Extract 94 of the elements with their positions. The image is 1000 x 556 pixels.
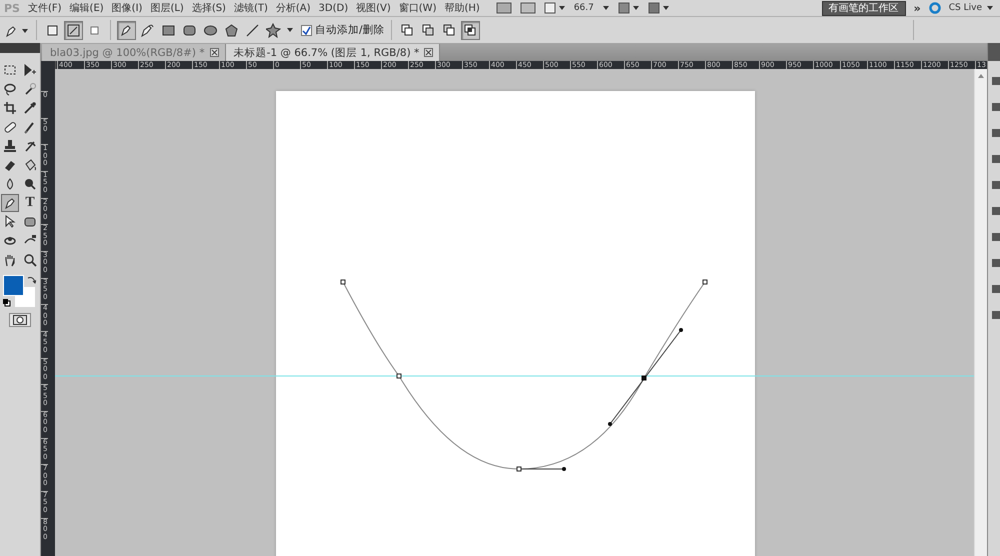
pen-tool-button[interactable]: [117, 20, 136, 40]
panel-icon[interactable]: [990, 231, 1000, 243]
direction-handle[interactable]: [518, 467, 566, 471]
pen-tool-button[interactable]: [1, 194, 19, 212]
overlapping-squares-icon: [421, 23, 436, 37]
menu-item[interactable]: 图层(L): [150, 1, 184, 15]
crop-icon: [3, 101, 17, 115]
menu-item[interactable]: 窗口(W): [398, 1, 436, 15]
panel-icon[interactable]: [990, 153, 1000, 165]
screen-mode-icon[interactable]: [648, 2, 670, 14]
history-brush-icon: [23, 139, 37, 153]
ring-icon: [928, 2, 941, 14]
arrow-icon: [3, 215, 17, 229]
rounded-rectangle-icon: [182, 22, 197, 38]
document-tab[interactable]: 未标题-1 @ 66.7% (图层 1, RGB/8) *: [226, 44, 440, 61]
caret-icon[interactable]: [602, 4, 610, 12]
close-icon[interactable]: [424, 48, 434, 57]
anchor-point[interactable]: [702, 280, 708, 284]
cs-live-menu[interactable]: CS Live: [948, 3, 982, 13]
stamp-tool-button[interactable]: [1, 137, 19, 155]
foreground-color-swatch[interactable]: [3, 275, 24, 296]
overlapping-squares-icon: [442, 23, 456, 37]
path-operation-button[interactable]: [460, 20, 480, 40]
lasso-icon: [3, 82, 17, 96]
checkbox[interactable]: [301, 24, 312, 36]
auto-add-delete-checkbox[interactable]: 自动添加/删除: [301, 23, 385, 37]
menu-item[interactable]: 分析(A): [276, 1, 311, 15]
menu-item[interactable]: 选择(S): [192, 1, 226, 15]
zoom-level-dropdown[interactable]: 66.7: [574, 3, 594, 13]
menu-item[interactable]: 3D(D): [318, 2, 348, 14]
panel-icon[interactable]: [990, 283, 1000, 295]
caret-icon[interactable]: [986, 4, 994, 12]
dodge-icon: [23, 177, 37, 191]
app-logo: PS: [4, 2, 20, 14]
quick-mask-button[interactable]: [9, 313, 31, 327]
freeform-pen-icon: [140, 22, 155, 38]
mini-bridge-icon[interactable]: [520, 2, 536, 14]
crop-tool-button[interactable]: [1, 99, 19, 117]
shape-icon: [23, 215, 37, 229]
anchor-point[interactable]: [516, 466, 522, 472]
bridge-icon[interactable]: [496, 2, 512, 14]
ellipse-icon: [203, 22, 218, 38]
bucket-icon: [23, 158, 37, 172]
rectangle-icon: [161, 22, 176, 38]
direction-handle[interactable]: [608, 328, 683, 426]
menu-item[interactable]: 文件(F): [28, 1, 62, 15]
eyedropper-icon: [23, 101, 37, 115]
menu-item[interactable]: 帮助(H): [444, 1, 480, 15]
menu-item[interactable]: 编辑(E): [70, 1, 104, 15]
custom-shape-tool-button[interactable]: [264, 20, 283, 40]
checkbox-label: 自动添加/删除: [315, 23, 385, 37]
vertical-scrollbar[interactable]: [974, 69, 987, 556]
panel-icon[interactable]: [990, 179, 1000, 191]
marquee-icon: [3, 63, 17, 77]
overlapping-squares-icon: [400, 23, 414, 37]
stamp-icon: [3, 139, 17, 153]
menu-item[interactable]: 图像(I): [112, 1, 142, 15]
swap-arrow-icon[interactable]: [27, 275, 36, 284]
wand-icon: [23, 82, 37, 96]
eraser-icon: [3, 158, 17, 172]
close-icon[interactable]: [210, 48, 219, 57]
shape-layer-icon: [45, 22, 60, 38]
menu-item[interactable]: 视图(V): [356, 1, 391, 15]
panel-header: [0, 43, 40, 53]
pen-icon: [3, 196, 17, 210]
arrange-documents-icon[interactable]: [618, 2, 640, 14]
panel-icon[interactable]: [990, 309, 1000, 321]
panel-icon[interactable]: [990, 75, 1000, 87]
hand-icon: [3, 253, 17, 267]
workspace-button[interactable]: 有画笔的工作区: [822, 0, 906, 16]
scroll-up-arrow-icon[interactable]: [977, 73, 985, 79]
more-workspaces-button[interactable]: »: [914, 2, 921, 14]
type-tool-button[interactable]: T: [21, 194, 39, 212]
circle-in-square-icon: [13, 315, 27, 325]
overlapping-squares-icon: [463, 23, 478, 37]
panel-header: [988, 43, 1000, 61]
anchor-point[interactable]: [340, 280, 346, 284]
zoom-icon: [23, 253, 37, 267]
custom-shape-icon: [266, 22, 281, 38]
polygon-icon: [224, 22, 239, 38]
menu-item[interactable]: 滤镜(T): [234, 1, 268, 15]
check-icon: [302, 26, 311, 34]
path-mode-button[interactable]: [64, 20, 83, 40]
view-extras-icon[interactable]: [544, 2, 566, 14]
panel-icon[interactable]: [990, 205, 1000, 217]
panel-icon[interactable]: [990, 257, 1000, 269]
default-colors-icon[interactable]: [3, 299, 11, 307]
background-color-swatch[interactable]: [15, 287, 35, 307]
panel-icon[interactable]: [990, 101, 1000, 113]
anchor-point[interactable]: [396, 374, 402, 378]
panel-icon[interactable]: [990, 127, 1000, 139]
path-icon: [66, 22, 81, 38]
move-icon: [23, 63, 37, 77]
line-icon: [245, 22, 260, 38]
